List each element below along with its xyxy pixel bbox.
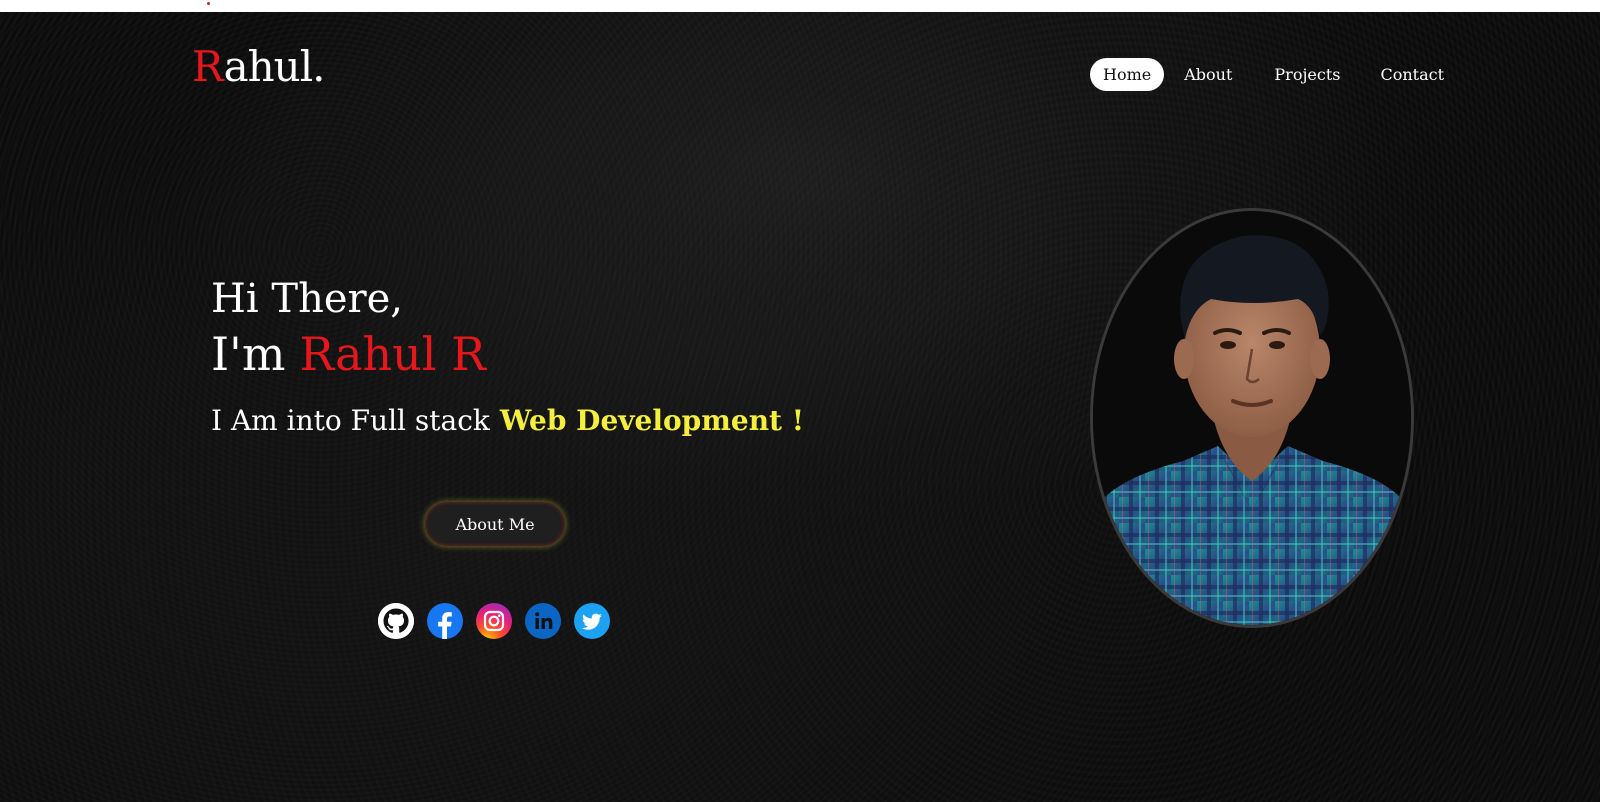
hero-text: Hi There, I'm Rahul R I Am into Full stac…: [211, 274, 804, 437]
logo-initial: R: [192, 42, 225, 91]
facebook-icon[interactable]: [427, 603, 463, 639]
profile-photo: [1090, 208, 1414, 628]
cursor-dot: [207, 2, 210, 5]
site-logo[interactable]: Rahul.: [192, 42, 326, 91]
tagline: I Am into Full stack Web Development !: [211, 404, 804, 437]
tagline-typed-text: Web Development !: [499, 404, 805, 437]
intro-heading: I'm Rahul R: [211, 326, 804, 382]
main-nav: Home About Projects Contact: [1090, 58, 1464, 91]
hero-section: Rahul. Home About Projects Contact Hi Th…: [0, 12, 1600, 802]
social-links: [378, 603, 623, 639]
tagline-prefix: I Am into Full stack: [211, 404, 490, 437]
nav-contact[interactable]: Contact: [1367, 58, 1457, 91]
linkedin-icon[interactable]: [525, 603, 561, 639]
nav-projects[interactable]: Projects: [1261, 58, 1353, 91]
hero-name: Rahul R: [299, 327, 486, 381]
nav-about[interactable]: About: [1171, 58, 1245, 91]
logo-rest: ahul.: [223, 42, 326, 91]
instagram-icon[interactable]: [476, 603, 512, 639]
twitter-icon[interactable]: [574, 603, 610, 639]
intro-prefix: I'm: [211, 327, 286, 381]
about-me-button[interactable]: About Me: [425, 502, 565, 546]
browser-top-strip: [0, 0, 1600, 12]
greeting-heading: Hi There,: [211, 276, 404, 322]
nav-home[interactable]: Home: [1090, 58, 1165, 91]
github-icon[interactable]: [378, 603, 414, 639]
